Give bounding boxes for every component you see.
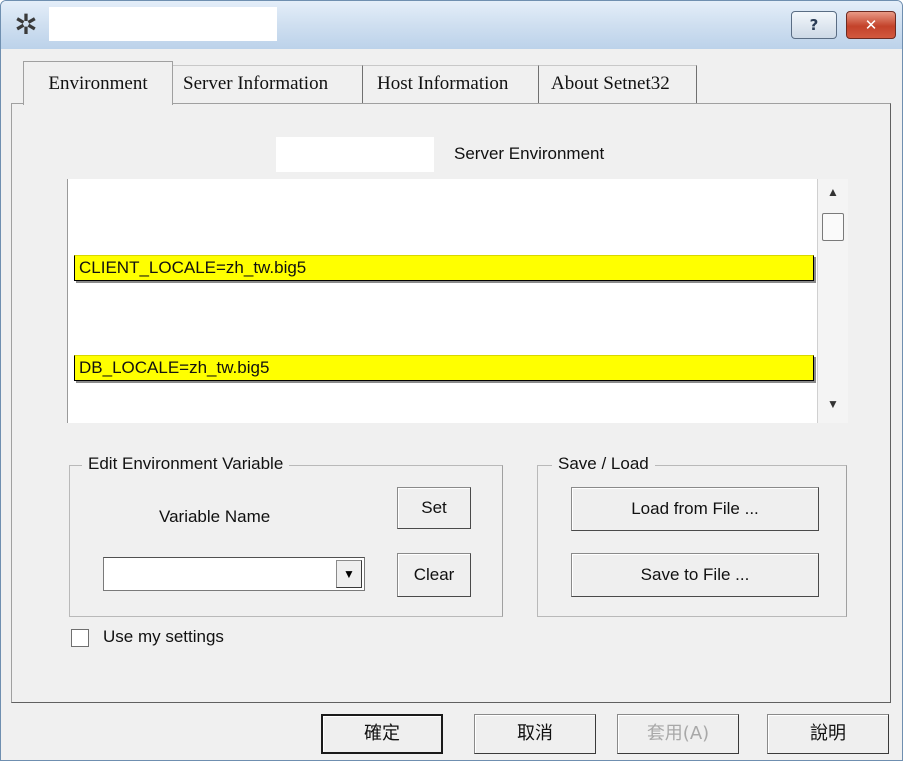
- clear-button[interactable]: Clear: [397, 553, 471, 597]
- help-button[interactable]: 說明: [767, 714, 889, 754]
- apply-button[interactable]: 套用(A): [617, 714, 739, 754]
- save-load-group-title: Save / Load: [552, 454, 655, 474]
- list-scrollbar[interactable]: ▲ ▼: [817, 179, 848, 423]
- environment-variable-list[interactable]: CLIENT_LOCALE=zh_tw.big5 DB_LOCALE=zh_tw…: [67, 179, 818, 423]
- setnet-app-icon: ✲: [14, 9, 38, 40]
- scroll-down-arrow-icon[interactable]: ▼: [818, 397, 848, 411]
- server-environment-heading: Server Environment: [454, 144, 605, 163]
- tab-environment[interactable]: Environment: [23, 61, 173, 105]
- load-from-file-button[interactable]: Load from File ...: [571, 487, 819, 531]
- scroll-thumb[interactable]: [822, 213, 844, 241]
- tab-host-information[interactable]: Host Information: [363, 65, 539, 103]
- variable-name-dropdown[interactable]: ▼: [103, 557, 365, 591]
- set-button[interactable]: Set: [397, 487, 471, 529]
- tab-server-information[interactable]: Server Information: [173, 65, 363, 103]
- use-my-settings-label[interactable]: Use my settings: [103, 627, 224, 647]
- cancel-button[interactable]: 取消: [474, 714, 596, 754]
- help-title-button[interactable]: ?: [791, 11, 837, 39]
- chevron-down-icon[interactable]: ▼: [336, 560, 362, 588]
- ok-button[interactable]: 確定: [321, 714, 443, 754]
- tab-about-setnet32[interactable]: About Setnet32: [539, 65, 697, 103]
- scroll-up-arrow-icon[interactable]: ▲: [818, 185, 848, 199]
- window-title: [49, 7, 277, 41]
- close-button[interactable]: ✕: [846, 11, 896, 39]
- list-item[interactable]: DB_LOCALE=zh_tw.big5: [74, 355, 814, 381]
- save-to-file-button[interactable]: Save to File ...: [571, 553, 819, 597]
- env-header-blank: [276, 137, 434, 172]
- edit-group-title: Edit Environment Variable: [82, 454, 290, 474]
- title-bar[interactable]: ✲ ? ✕: [1, 1, 902, 49]
- use-my-settings-checkbox[interactable]: [71, 629, 89, 647]
- variable-name-label: Variable Name: [159, 507, 271, 526]
- list-item[interactable]: CLIENT_LOCALE=zh_tw.big5: [74, 255, 814, 281]
- setnet32-dialog-window: ✲ ? ✕ Environment Server Information Hos…: [0, 0, 903, 761]
